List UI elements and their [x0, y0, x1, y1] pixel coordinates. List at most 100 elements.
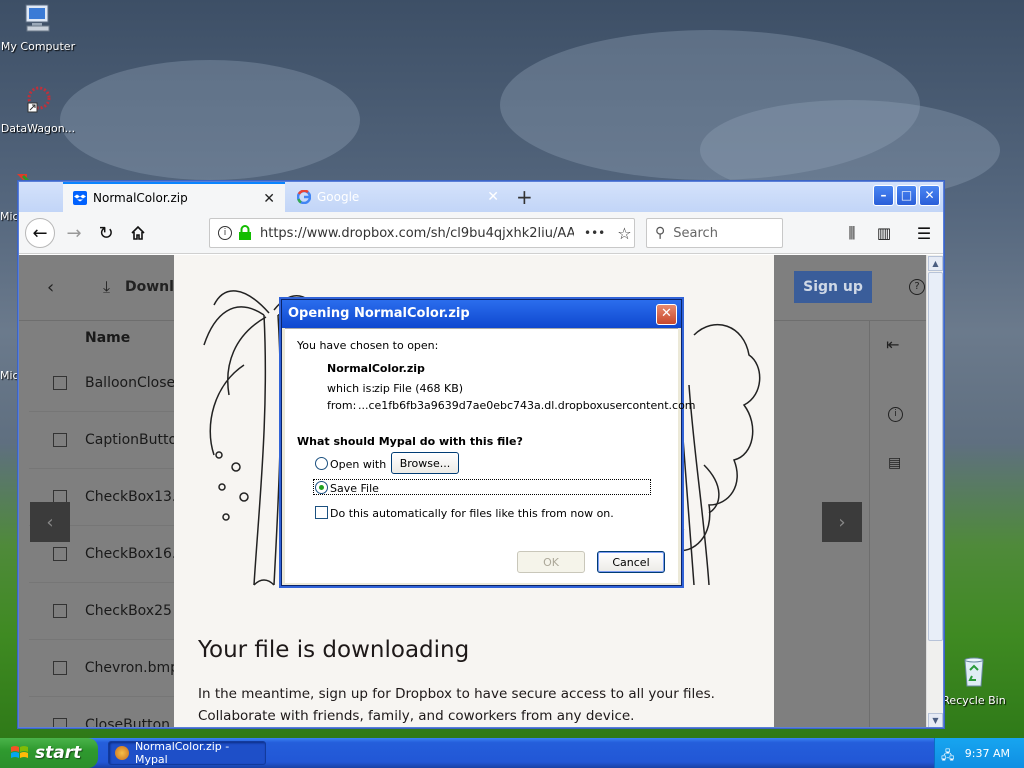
start-label: start — [35, 743, 82, 763]
desktop-icon-recycle-bin[interactable]: Recycle Bin — [936, 656, 1012, 707]
forward-button[interactable]: → — [59, 218, 89, 248]
chevron-left-icon: ‹ — [46, 511, 54, 533]
close-tab-icon[interactable]: ✕ — [263, 191, 275, 207]
reload-icon: ↻ — [98, 222, 114, 244]
windows-logo-icon — [11, 746, 28, 758]
save-file-radio[interactable] — [315, 481, 328, 494]
download-icon: ⤓ — [103, 277, 111, 296]
file-name: CheckBox16. — [85, 546, 177, 562]
system-tray: 🖧 9:37 AM — [934, 738, 1024, 768]
desktop-icon-my-computer[interactable]: My Computer — [0, 2, 76, 53]
desktop-icon-label: DataWagon... — [0, 122, 76, 135]
which-is-label: which is: — [327, 382, 376, 395]
clock[interactable]: 9:37 AM — [965, 747, 1010, 760]
browse-button[interactable]: Browse... — [391, 452, 459, 474]
home-icon — [131, 225, 145, 240]
open-with-label: Open with — [330, 458, 387, 471]
close-tab-icon[interactable]: ✕ — [487, 189, 499, 205]
menu-button[interactable]: ☰ — [909, 218, 939, 248]
scrollbar-thumb[interactable] — [928, 272, 943, 641]
carousel-prev-button[interactable]: ‹ — [30, 502, 70, 542]
file-row[interactable]: CloseButton — [29, 697, 179, 728]
file-name: CaptionButto — [85, 432, 178, 448]
dialog-filename: NormalColor.zip — [327, 362, 425, 375]
desktop-icon-datawagon[interactable]: DataWagon... — [0, 84, 76, 135]
sidebar-button[interactable]: ▥ — [869, 218, 899, 248]
network-icon[interactable]: 🖧 — [941, 746, 954, 767]
cancel-button[interactable]: Cancel — [597, 551, 665, 573]
url-bar[interactable]: i https://www.dropbox.com/sh/cl9bu4qjxhk… — [209, 218, 635, 248]
tab-normalcolor[interactable]: NormalColor.zip ✕ — [63, 182, 285, 212]
file-row[interactable]: CaptionButto — [29, 412, 179, 469]
ok-button[interactable]: OK — [517, 551, 585, 573]
desktop-cloud — [60, 60, 360, 180]
file-row[interactable]: CheckBox25 — [29, 583, 179, 640]
new-tab-button[interactable]: + — [516, 185, 533, 209]
search-placeholder: Search — [673, 225, 718, 241]
scroll-up-icon[interactable]: ▲ — [928, 256, 943, 271]
tab-google[interactable]: Google ✕ — [287, 182, 509, 212]
taskbar: start NormalColor.zip - Mypal 🖧 9:37 AM — [0, 738, 1024, 768]
comment-icon[interactable]: ▤ — [888, 455, 901, 471]
carousel-next-button[interactable]: › — [822, 502, 862, 542]
file-name: CloseButton — [85, 717, 171, 728]
image-file-icon — [53, 661, 67, 675]
lock-icon — [239, 225, 251, 240]
image-file-icon — [53, 718, 67, 727]
file-name: Chevron.bmp — [84, 660, 179, 676]
scroll-down-icon[interactable]: ▼ — [928, 713, 943, 727]
page-actions-icon[interactable]: ••• — [584, 226, 605, 240]
which-is-value: zip File (468 KB) — [374, 382, 464, 395]
signup-paragraph: In the meantime, sign up for Dropbox to … — [198, 686, 715, 724]
library-button[interactable]: ⫼ — [837, 218, 867, 248]
reload-button[interactable]: ↻ — [91, 218, 121, 248]
file-row[interactable]: Chevron.bmp — [29, 640, 179, 697]
arrow-right-icon: → — [66, 222, 82, 244]
taskbar-item-mypal[interactable]: NormalColor.zip - Mypal — [108, 740, 266, 766]
dialog-title: Opening NormalColor.zip — [282, 300, 681, 328]
desktop-icon-label: Recycle Bin — [942, 694, 1006, 707]
dialog-question: What should Mypal do with this file? — [297, 435, 523, 448]
from-value: ...ce1fb6fb3a9639d7ae0ebc743a.dl.dropbox… — [358, 399, 696, 412]
chevron-left-icon[interactable]: ‹ — [47, 277, 54, 298]
column-header-name[interactable]: Name — [85, 330, 130, 346]
page-scrollbar[interactable]: ▲ ▼ — [926, 255, 943, 727]
search-bar[interactable]: ⚲ Search — [646, 218, 783, 248]
details-panel: ⇤ i ▤ — [869, 321, 927, 727]
minimize-button[interactable]: – — [873, 185, 894, 206]
open-with-radio[interactable] — [315, 457, 328, 470]
file-name: BalloonClose — [85, 375, 176, 391]
home-button[interactable] — [123, 218, 153, 248]
dialog-close-button[interactable]: ✕ — [656, 304, 677, 325]
dialog-intro: You have chosen to open: — [297, 339, 439, 352]
url-text: https://www.dropbox.com/sh/cl9bu4qjxhk2l… — [260, 225, 574, 241]
image-file-icon — [53, 604, 67, 618]
image-file-icon — [53, 547, 67, 561]
taskbar-item-label: NormalColor.zip - Mypal — [134, 740, 230, 766]
computer-icon — [25, 4, 50, 32]
auto-label: Do this automatically for files like thi… — [330, 507, 614, 520]
window-close-button[interactable]: ✕ — [919, 185, 940, 206]
info-icon[interactable]: i — [218, 226, 232, 240]
dropbox-icon — [73, 191, 87, 205]
file-name: CheckBox25 — [85, 603, 172, 619]
auto-checkbox[interactable] — [315, 506, 328, 519]
bookmark-star-icon[interactable]: ☆ — [617, 224, 631, 243]
chevron-right-icon: › — [838, 511, 846, 533]
back-button[interactable]: ← — [25, 218, 55, 248]
arrow-left-icon: ← — [32, 222, 48, 244]
start-button[interactable]: start — [0, 738, 98, 768]
download-headline: Your file is downloading — [198, 637, 470, 663]
tab-label: Google — [317, 190, 360, 204]
image-file-icon — [53, 433, 67, 447]
collapse-panel-icon[interactable]: ⇤ — [886, 335, 899, 354]
info-icon[interactable]: i — [888, 407, 903, 422]
sidebar-icon: ▥ — [876, 224, 892, 242]
file-name: CheckBox13. — [85, 489, 177, 505]
library-icon: ⫼ — [848, 224, 856, 242]
maximize-button[interactable]: □ — [896, 185, 917, 206]
file-row[interactable]: BalloonClose — [29, 355, 179, 412]
dialog-body: You have chosen to open: NormalColor.zip… — [285, 328, 696, 583]
help-icon[interactable]: ? — [909, 279, 925, 295]
sign-up-button[interactable]: Sign up — [794, 271, 872, 303]
